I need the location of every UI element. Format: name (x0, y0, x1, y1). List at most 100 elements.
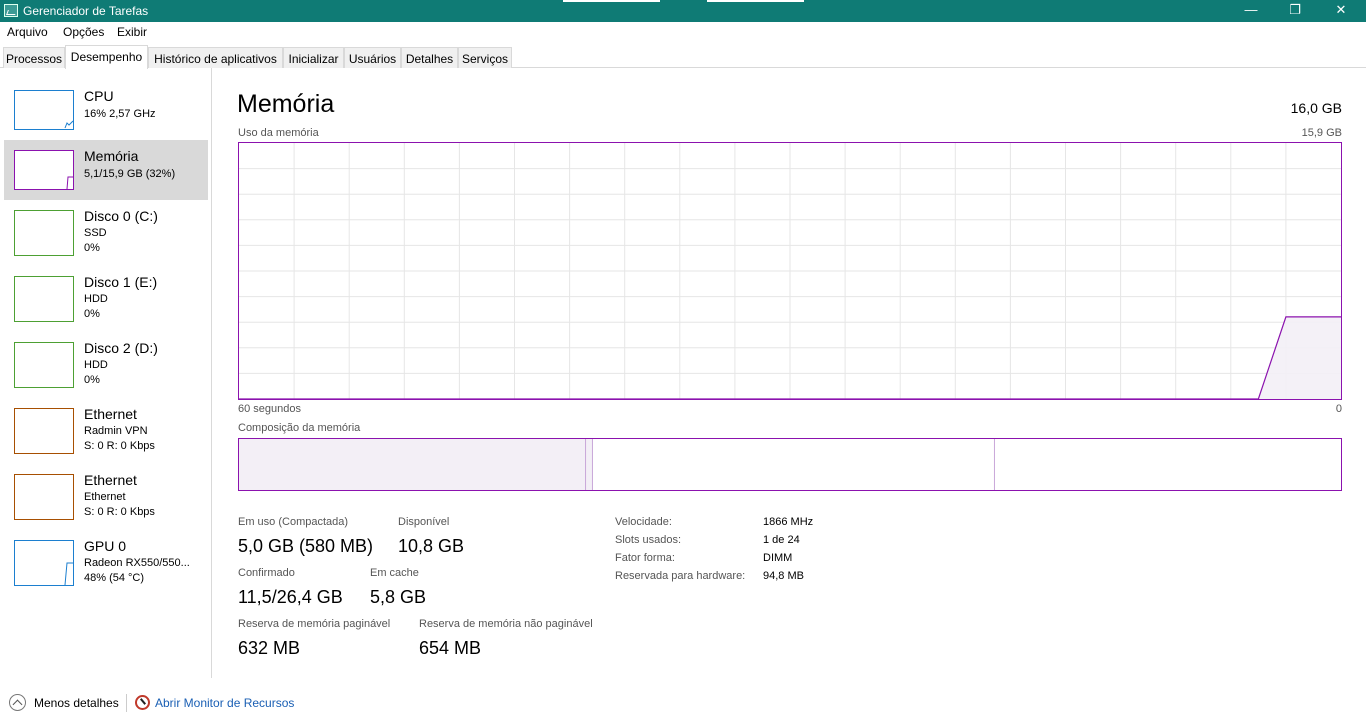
maximize-button[interactable]: ❐ (1272, 0, 1318, 22)
spec-value-slots: 1 de 24 (763, 534, 800, 546)
network-mini-graph (14, 408, 74, 454)
stat-value-available: 10,8 GB (398, 536, 465, 556)
memory-mini-graph (14, 150, 74, 190)
stat-label-in-use: Em uso (Compactada) (238, 516, 349, 528)
memory-mini-graph-line (66, 176, 73, 189)
sidebar-item-disco-1[interactable]: Disco 1 (E:) HDD 0% (4, 266, 208, 326)
stat-label-cached: Em cache (370, 567, 419, 579)
menu-exibir[interactable]: Exibir (117, 25, 147, 39)
tab-desempenho[interactable]: Desempenho (65, 45, 148, 69)
composition-free (994, 439, 1341, 490)
stat-label-nonpaged-pool: Reserva de memória não paginável (419, 618, 593, 630)
stat-value-nonpaged-pool: 654 MB (419, 638, 482, 658)
sidebar-item-adapter: Ethernet (84, 491, 126, 503)
sidebar-item-memoria[interactable]: Memória 5,1/15,9 GB (32%) (4, 140, 208, 200)
cpu-mini-graph (14, 90, 74, 130)
close-button[interactable]: ✕ (1318, 0, 1364, 22)
chevron-up-icon[interactable] (9, 694, 26, 711)
tab-inicializar[interactable]: Inicializar (283, 47, 344, 68)
sidebar-item-ethernet-radmin[interactable]: Ethernet Radmin VPN S: 0 R: 0 Kbps (4, 398, 208, 458)
stat-value-committed: 11,5/26,4 GB (238, 587, 343, 607)
cpu-mini-graph-line (64, 120, 73, 129)
sidebar-item-name: Ethernet (84, 472, 137, 488)
stat-value-cached: 5,8 GB (370, 587, 427, 607)
sidebar-item-disco-2[interactable]: Disco 2 (D:) HDD 0% (4, 332, 208, 392)
task-manager-icon (4, 4, 18, 17)
resource-monitor-link[interactable]: Abrir Monitor de Recursos (155, 696, 294, 710)
tab-bar: Processos Desempenho Histórico de aplica… (0, 45, 1366, 69)
stat-value-paged-pool: 632 MB (238, 638, 301, 658)
sidebar-item-type: HDD (84, 359, 108, 371)
sidebar-item-usage: 0% (84, 374, 100, 386)
footer-bar: Menos detalhes Abrir Monitor de Recursos (0, 692, 1366, 716)
stat-label-paged-pool: Reserva de memória paginável (238, 618, 391, 630)
usage-graph-max: 15,9 GB (1301, 127, 1342, 139)
sidebar-item-name: Memória (84, 148, 139, 164)
menu-arquivo[interactable]: Arquivo (7, 25, 48, 39)
composition-modified (585, 439, 593, 490)
usage-graph-label: Uso da memória (238, 127, 319, 139)
sidebar-item-detail: 5,1/15,9 GB (32%) (84, 168, 176, 180)
composition-in-use (239, 439, 586, 490)
network-mini-graph (14, 474, 74, 520)
sidebar-item-detail: 16% 2,57 GHz (84, 108, 156, 120)
spec-label-slots: Slots usados: (615, 534, 682, 546)
sidebar-item-throughput: S: 0 R: 0 Kbps (84, 506, 155, 518)
sidebar-item-name: Disco 2 (D:) (84, 340, 158, 356)
sidebar-item-gpu-0[interactable]: GPU 0 Radeon RX550/550... 48% (54 °C) (4, 530, 208, 590)
tab-processos[interactable]: Processos (3, 47, 65, 68)
menu-opcoes[interactable]: Opções (63, 25, 104, 39)
sidebar-item-type: SSD (84, 227, 107, 239)
sidebar-item-throughput: S: 0 R: 0 Kbps (84, 440, 155, 452)
resource-monitor-icon[interactable] (135, 695, 150, 710)
memory-composition-bar (238, 438, 1342, 491)
spec-label-hw-reserved: Reservada para hardware: (615, 570, 746, 582)
page-title: Memória (237, 90, 335, 118)
sidebar-item-name: Disco 0 (C:) (84, 208, 158, 224)
spec-value-hw-reserved: 94,8 MB (763, 570, 804, 582)
spec-value-speed: 1866 MHz (763, 516, 814, 528)
sidebar-item-type: HDD (84, 293, 108, 305)
stat-label-committed: Confirmado (238, 567, 295, 579)
total-memory: 16,0 GB (1290, 100, 1342, 116)
tab-detalhes[interactable]: Detalhes (401, 47, 458, 68)
window-title: Gerenciador de Tarefas (23, 4, 149, 18)
title-decoration (707, 0, 804, 2)
sidebar-item-usage: 48% (54 °C) (84, 572, 145, 584)
stat-label-available: Disponível (398, 516, 450, 528)
composition-standby (592, 439, 995, 490)
memory-usage-graph (238, 142, 1342, 400)
less-details-link[interactable]: Menos detalhes (34, 696, 119, 710)
sidebar-item-adapter: Radeon RX550/550... (84, 557, 190, 569)
spec-label-form-factor: Fator forma: (615, 552, 675, 564)
disk-mini-graph (14, 210, 74, 256)
time-axis-end: 0 (1335, 403, 1342, 415)
spec-value-form-factor: DIMM (763, 552, 793, 564)
spec-label-speed: Velocidade: (615, 516, 672, 528)
title-bar: Gerenciador de Tarefas — ❐ ✕ (0, 0, 1366, 22)
tab-servicos[interactable]: Serviços (458, 47, 512, 68)
disk-mini-graph (14, 342, 74, 388)
time-axis-label: 60 segundos (238, 403, 301, 415)
tab-usuarios[interactable]: Usuários (344, 47, 401, 68)
sidebar-item-adapter: Radmin VPN (84, 425, 148, 437)
tab-historico[interactable]: Histórico de aplicativos (148, 47, 283, 68)
sidebar-item-usage: 0% (84, 242, 100, 254)
sidebar-item-usage: 0% (84, 308, 100, 320)
title-decoration (563, 0, 660, 2)
memory-usage-chart (239, 143, 1341, 400)
disk-mini-graph (14, 276, 74, 322)
sidebar-item-ethernet[interactable]: Ethernet Ethernet S: 0 R: 0 Kbps (4, 464, 208, 524)
minimize-button[interactable]: — (1228, 0, 1274, 22)
sidebar-item-name: GPU 0 (84, 538, 127, 554)
menu-bar: Arquivo Opções Exibir (0, 22, 1366, 42)
memory-composition-chart (239, 439, 1341, 490)
sidebar-item-disco-0[interactable]: Disco 0 (C:) SSD 0% (4, 200, 208, 260)
gpu-mini-graph (14, 540, 74, 586)
sidebar-item-cpu[interactable]: CPU 16% 2,57 GHz (4, 80, 208, 140)
composition-label: Composição da memória (238, 422, 361, 434)
performance-sidebar: CPU 16% 2,57 GHz Memória 5,1/15,9 GB (32… (0, 68, 212, 678)
sidebar-item-name: CPU (84, 88, 114, 104)
sidebar-item-name: Ethernet (84, 406, 137, 422)
stat-value-in-use: 5,0 GB (580 MB) (238, 536, 374, 556)
